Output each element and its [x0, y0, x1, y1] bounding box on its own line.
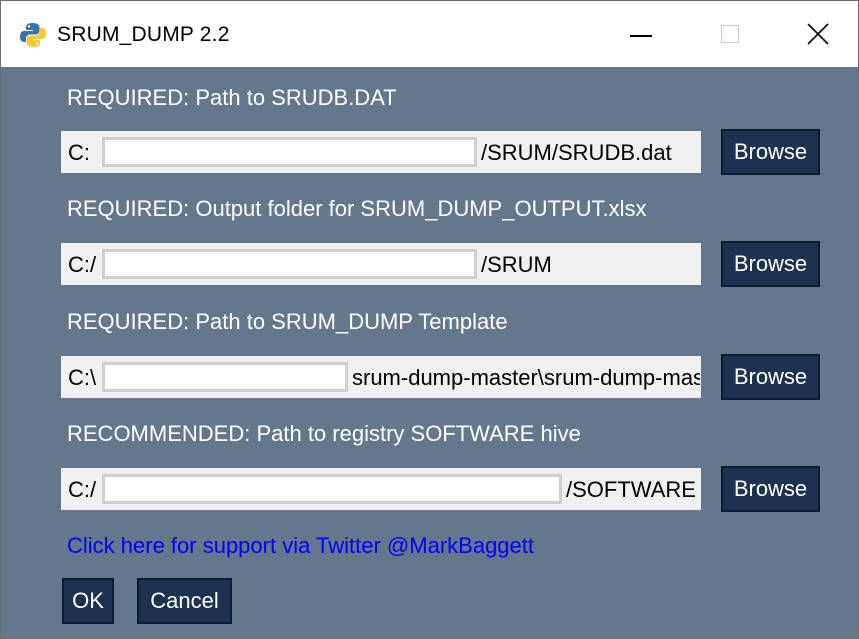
window-title: SRUM_DUMP 2.2	[57, 23, 230, 46]
browse-template-button[interactable]: Browse	[721, 354, 820, 400]
close-button[interactable]	[777, 1, 858, 67]
path-prefix: C:/	[68, 252, 97, 277]
template-path-label: REQUIRED: Path to SRUM_DUMP Template	[67, 309, 508, 334]
output-folder-input[interactable]: C:/ /SRUM	[61, 243, 701, 285]
maximize-button[interactable]	[687, 1, 777, 67]
twitter-support-link[interactable]: Click here for support via Twitter @Mark…	[67, 533, 534, 559]
browse-output-button[interactable]: Browse	[721, 241, 820, 287]
close-icon	[807, 23, 829, 45]
redacted-path-segment	[102, 362, 348, 392]
software-hive-input[interactable]: C:/ /SOFTWARE	[61, 468, 701, 510]
path-prefix: C:\	[68, 365, 97, 390]
title-bar[interactable]: SRUM_DUMP 2.2	[1, 1, 858, 67]
template-path-input[interactable]: C:\ srum-dump-master\srum-dump-mas	[61, 356, 701, 398]
output-folder-label: REQUIRED: Output folder for SRUM_DUMP_OU…	[67, 196, 647, 221]
srum-dump-window: SRUM_DUMP 2.2 REQUIRED: Path to SRUDB.DA…	[0, 0, 859, 639]
path-prefix: C:/	[68, 477, 97, 502]
path-suffix: srum-dump-master\srum-dump-mas	[352, 365, 701, 390]
maximize-icon	[721, 25, 739, 43]
srudb-path-label: REQUIRED: Path to SRUDB.DAT	[67, 85, 397, 110]
redacted-path-segment	[102, 474, 562, 504]
path-suffix: /SOFTWARE	[566, 477, 696, 502]
cancel-button[interactable]: Cancel	[137, 578, 232, 624]
path-prefix: C:	[68, 140, 90, 165]
redacted-path-segment	[102, 249, 477, 279]
python-icon	[20, 23, 46, 47]
path-suffix: /SRUM	[481, 252, 552, 277]
software-hive-label: RECOMMENDED: Path to registry SOFTWARE h…	[67, 421, 581, 446]
path-suffix: /SRUM/SRUDB.dat	[481, 140, 672, 165]
ok-button[interactable]: OK	[62, 578, 114, 624]
redacted-path-segment	[102, 137, 477, 167]
minimize-button[interactable]	[597, 1, 687, 67]
browse-software-button[interactable]: Browse	[721, 466, 820, 512]
browse-srudb-button[interactable]: Browse	[721, 129, 820, 175]
minimize-icon	[630, 35, 652, 37]
srudb-path-input[interactable]: C: /SRUM/SRUDB.dat	[61, 131, 701, 173]
